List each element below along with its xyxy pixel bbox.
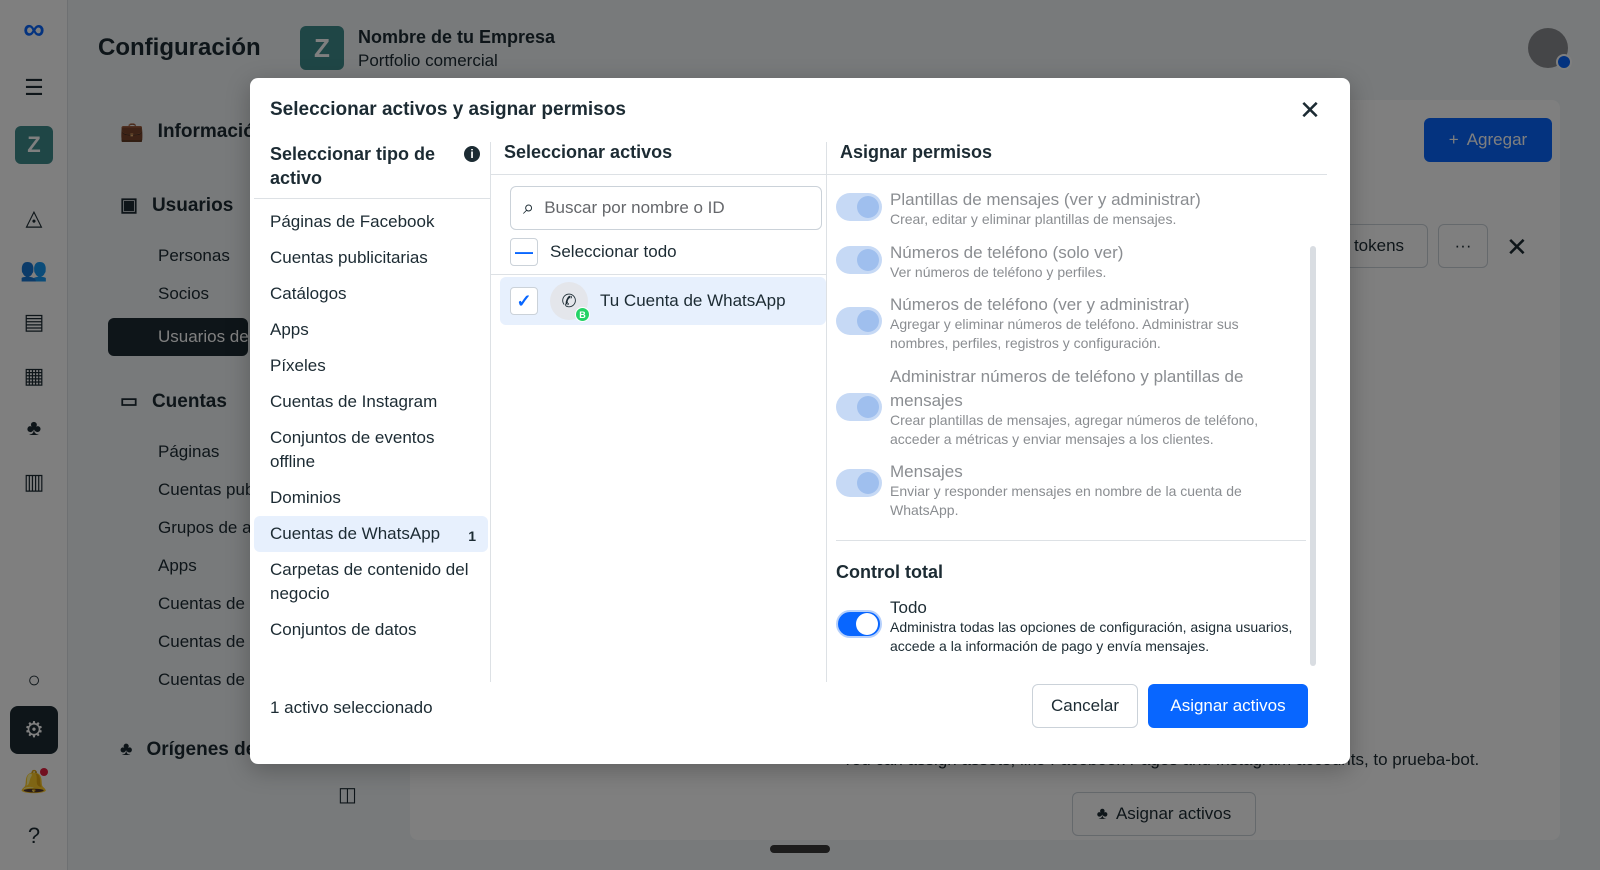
- full-control-heading: Control total: [836, 562, 943, 582]
- asset-type-item[interactable]: Conjuntos de eventos offline: [254, 420, 488, 480]
- permission-toggle[interactable]: [836, 469, 882, 497]
- list-divider: [491, 274, 826, 275]
- asset-type-heading: Seleccionar tipo de activo: [270, 144, 436, 188]
- assign-assets-submit-button[interactable]: Asignar activos: [1148, 684, 1308, 728]
- full-control-toggle[interactable]: [836, 610, 882, 638]
- asset-type-item[interactable]: Catálogos: [254, 276, 488, 312]
- asset-type-item[interactable]: Apps: [254, 312, 488, 348]
- selection-summary: 1 activo seleccionado: [270, 698, 433, 717]
- asset-type-item[interactable]: Dominios: [254, 480, 488, 516]
- dialog-title: Seleccionar activos y asignar permisos: [270, 99, 626, 120]
- select-all-row[interactable]: — Seleccionar todo: [510, 238, 677, 266]
- select-assets-heading: Seleccionar activos: [504, 142, 673, 162]
- asset-list-item[interactable]: ✓ ✆ B Tu Cuenta de WhatsApp: [500, 277, 826, 325]
- header-divider: [827, 174, 1327, 175]
- permission-toggle[interactable]: [836, 393, 882, 421]
- permission-toggle[interactable]: [836, 246, 882, 274]
- header-divider: [254, 198, 490, 199]
- asset-type-item[interactable]: Cuentas de Instagram: [254, 384, 488, 420]
- section-divider: [836, 540, 1306, 541]
- asset-type-item[interactable]: Conjuntos de datos: [254, 612, 488, 648]
- permission-toggle[interactable]: [836, 193, 882, 221]
- asset-search-box: ⌕: [510, 186, 822, 230]
- asset-type-item[interactable]: Cuentas publicitarias: [254, 240, 488, 276]
- column-divider: [826, 142, 827, 682]
- business-badge-icon: B: [575, 307, 590, 322]
- selected-count-badge: 1: [468, 528, 476, 544]
- search-icon: ⌕: [523, 196, 535, 219]
- close-icon[interactable]: ✕: [1292, 92, 1328, 128]
- cancel-button[interactable]: Cancelar: [1032, 684, 1138, 728]
- assign-permissions-heading: Asignar permisos: [840, 142, 993, 162]
- permission-toggle[interactable]: [836, 307, 882, 335]
- header-divider: [491, 174, 826, 175]
- asset-name: Tu Cuenta de WhatsApp: [600, 291, 786, 310]
- asset-type-item[interactable]: Páginas de Facebook: [254, 204, 488, 240]
- asset-type-item[interactable]: Píxeles: [254, 348, 488, 384]
- whatsapp-icon: ✆ B: [550, 282, 590, 322]
- select-all-label: Seleccionar todo: [550, 242, 677, 261]
- permissions-list: Plantillas de mensajes (ver y administra…: [836, 178, 1326, 678]
- search-input[interactable]: [544, 198, 785, 218]
- info-icon[interactable]: i: [464, 146, 480, 162]
- window-handle: [770, 845, 830, 853]
- asset-type-item[interactable]: Carpetas de contenido del negocio: [254, 552, 488, 612]
- asset-type-item-whatsapp[interactable]: Cuentas de WhatsApp 1: [254, 516, 488, 552]
- assign-assets-dialog: Seleccionar activos y asignar permisos ✕…: [250, 78, 1350, 764]
- scrollbar[interactable]: [1310, 246, 1316, 666]
- asset-checkbox-checked[interactable]: ✓: [510, 287, 538, 315]
- column-divider: [490, 142, 491, 682]
- select-all-checkbox[interactable]: —: [510, 238, 538, 266]
